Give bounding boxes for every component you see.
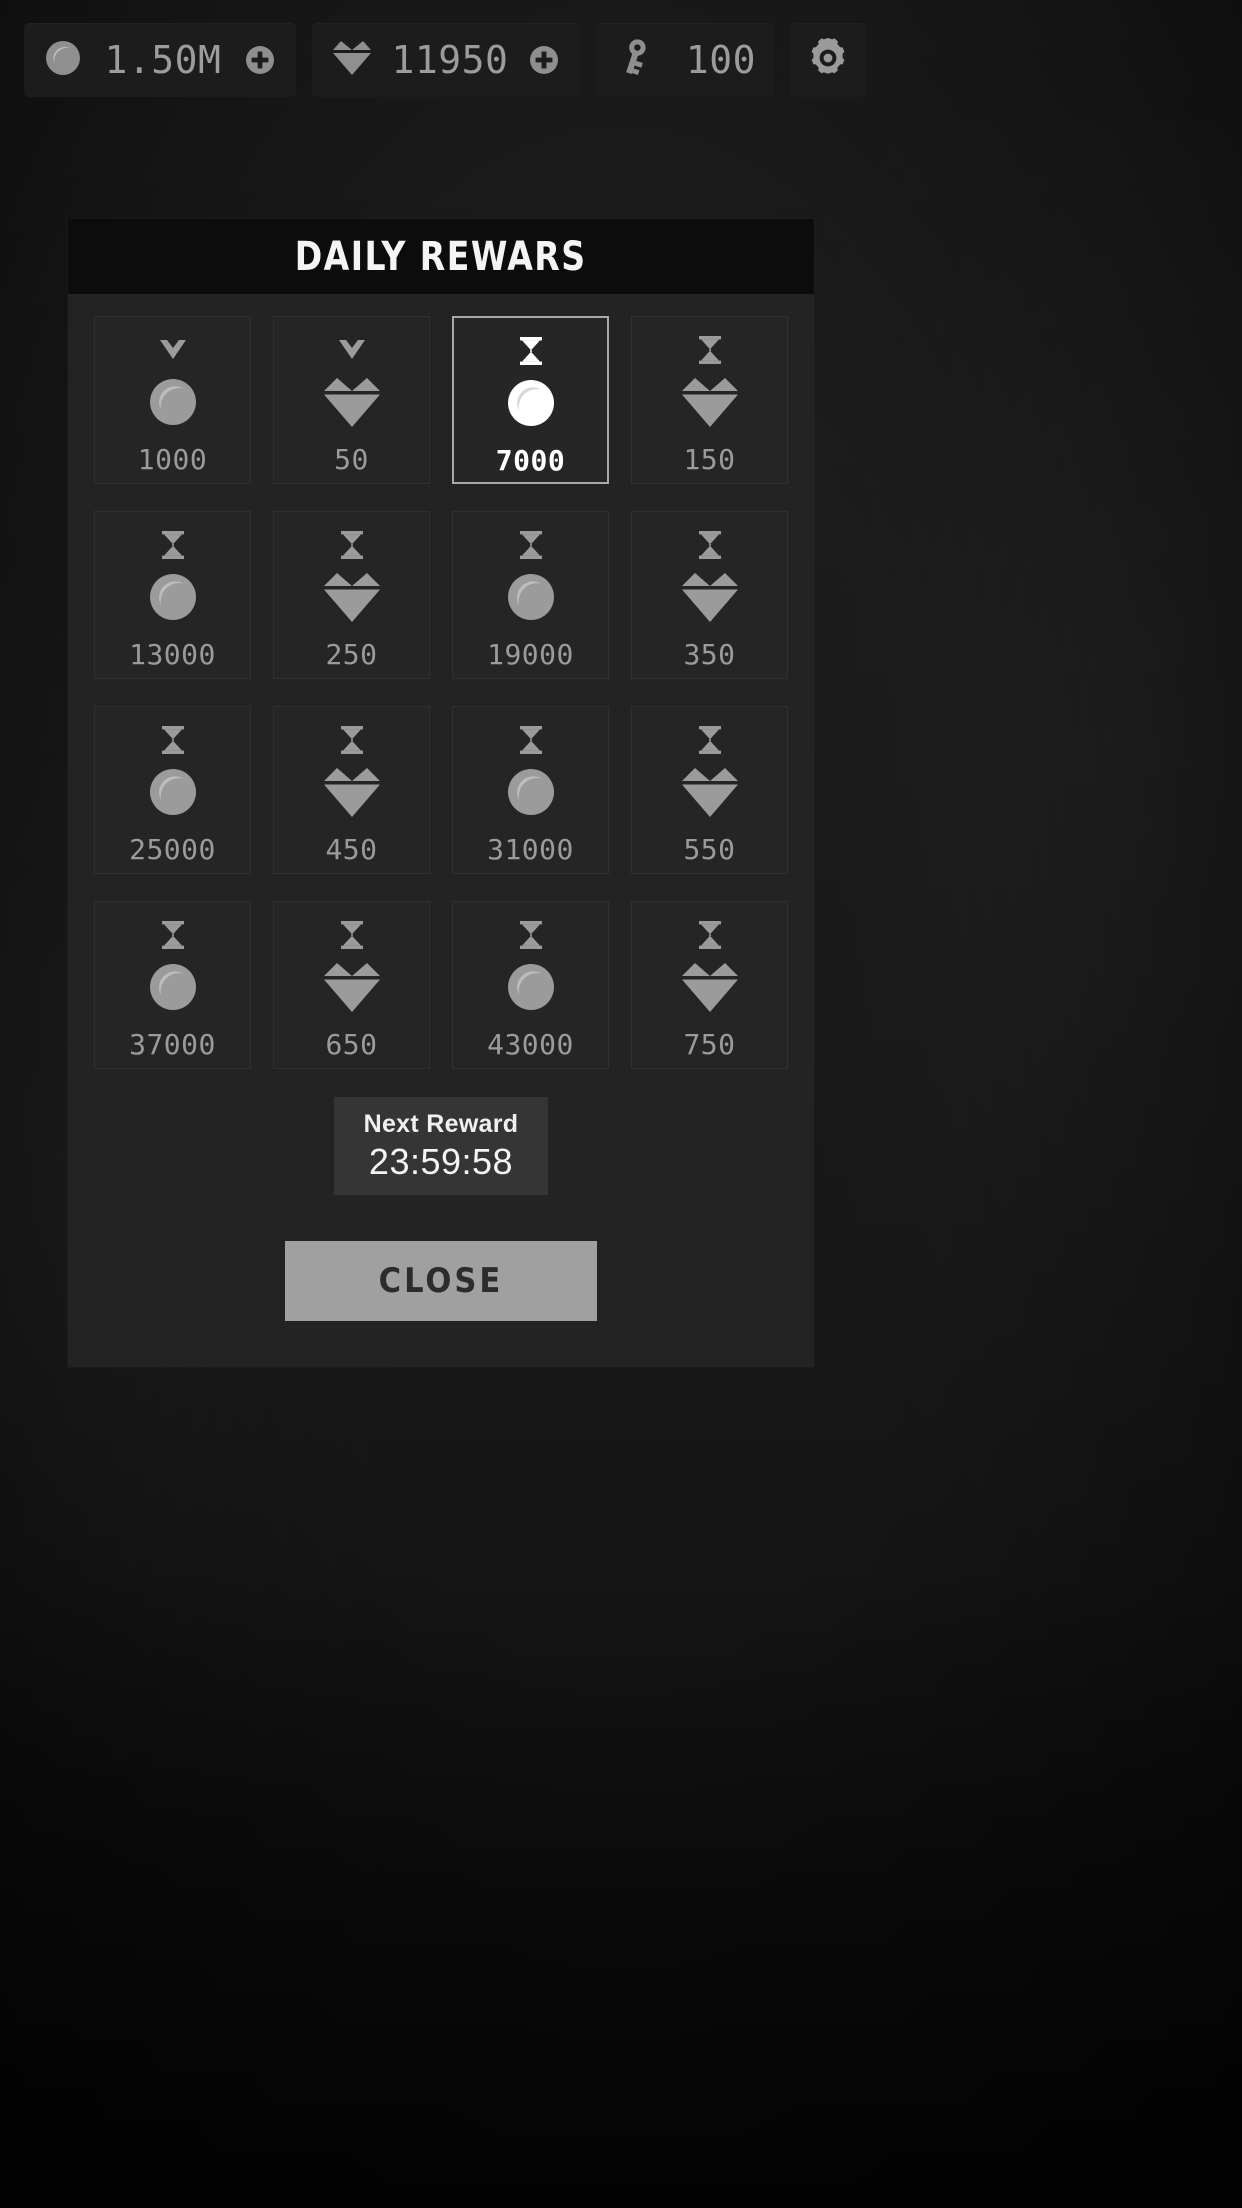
hourglass-icon xyxy=(517,918,545,952)
reward-amount: 750 xyxy=(683,1028,736,1061)
check-icon xyxy=(158,333,188,367)
reward-cell-day-1[interactable]: 1000 xyxy=(94,316,251,484)
gem-icon xyxy=(330,37,374,84)
gem-icon xyxy=(679,956,741,1018)
reward-amount: 7000 xyxy=(495,444,566,477)
reward-cell-day-5[interactable]: 13000 xyxy=(94,511,251,679)
gear-icon xyxy=(805,35,851,86)
next-reward-label: Next Reward xyxy=(363,1109,519,1138)
gem-icon xyxy=(679,566,741,628)
check-icon xyxy=(337,333,367,367)
coin-icon xyxy=(144,566,202,628)
hourglass-icon xyxy=(696,723,724,757)
hourglass-icon xyxy=(159,918,187,952)
reward-amount: 150 xyxy=(683,443,736,476)
gem-icon xyxy=(321,956,383,1018)
gem-amount: 11950 xyxy=(391,38,509,82)
settings-button[interactable] xyxy=(790,23,866,97)
reward-cell-day-16[interactable]: 750 xyxy=(631,901,788,1069)
next-reward-timer: Next Reward 23:59:58 xyxy=(334,1097,548,1195)
gem-icon xyxy=(679,371,741,433)
reward-cell-day-8[interactable]: 350 xyxy=(631,511,788,679)
hourglass-icon xyxy=(696,528,724,562)
gem-icon xyxy=(679,761,741,823)
coin-amount: 1.50M xyxy=(104,38,222,82)
reward-amount: 25000 xyxy=(129,833,216,866)
key-amount: 100 xyxy=(685,38,756,82)
reward-cell-day-9[interactable]: 25000 xyxy=(94,706,251,874)
next-reward-countdown: 23:59:58 xyxy=(368,1140,514,1182)
reward-cell-day-2[interactable]: 50 xyxy=(273,316,430,484)
coin-icon xyxy=(502,372,560,434)
coin-icon xyxy=(42,37,84,84)
gem-icon xyxy=(321,566,383,628)
reward-cell-day-10[interactable]: 450 xyxy=(273,706,430,874)
coin-icon xyxy=(502,956,560,1018)
reward-cell-day-13[interactable]: 37000 xyxy=(94,901,251,1069)
reward-amount: 550 xyxy=(683,833,736,866)
resource-pill-coins[interactable]: 1.50M xyxy=(24,23,296,97)
hourglass-icon xyxy=(338,723,366,757)
plus-circle-icon[interactable] xyxy=(242,42,278,78)
resource-pill-keys[interactable]: 100 xyxy=(596,23,774,97)
reward-cell-day-14[interactable]: 650 xyxy=(273,901,430,1069)
coin-icon xyxy=(144,371,202,433)
reward-amount: 350 xyxy=(683,638,736,671)
reward-cell-day-15[interactable]: 43000 xyxy=(452,901,609,1069)
close-button[interactable]: CLOSE xyxy=(285,1241,597,1321)
reward-amount: 1000 xyxy=(137,443,208,476)
daily-rewards-dialog: DAILY REWARS 1000 50 7000 150 13000 250 19000 3… xyxy=(68,219,814,1367)
coin-icon xyxy=(502,566,560,628)
reward-amount: 250 xyxy=(325,638,378,671)
key-icon xyxy=(614,36,654,85)
gem-icon xyxy=(321,371,383,433)
dialog-header: DAILY REWARS xyxy=(68,219,814,294)
reward-grid: 1000 50 7000 150 13000 250 19000 350 25000 450 310… xyxy=(68,294,814,1069)
hourglass-icon xyxy=(696,333,724,367)
hourglass-icon xyxy=(338,918,366,952)
reward-cell-day-7[interactable]: 19000 xyxy=(452,511,609,679)
gem-icon xyxy=(321,761,383,823)
hourglass-icon xyxy=(517,528,545,562)
reward-amount: 19000 xyxy=(487,638,574,671)
hourglass-icon xyxy=(517,334,545,368)
plus-circle-icon[interactable] xyxy=(526,42,562,78)
reward-cell-day-4[interactable]: 150 xyxy=(631,316,788,484)
reward-cell-day-3[interactable]: 7000 xyxy=(452,316,609,484)
hourglass-icon xyxy=(338,528,366,562)
reward-amount: 50 xyxy=(334,443,369,476)
reward-amount: 450 xyxy=(325,833,378,866)
hourglass-icon xyxy=(159,723,187,757)
reward-cell-day-12[interactable]: 550 xyxy=(631,706,788,874)
reward-amount: 650 xyxy=(325,1028,378,1061)
coin-icon xyxy=(144,956,202,1018)
coin-icon xyxy=(502,761,560,823)
reward-cell-day-11[interactable]: 31000 xyxy=(452,706,609,874)
coin-icon xyxy=(144,761,202,823)
reward-amount: 13000 xyxy=(129,638,216,671)
hourglass-icon xyxy=(517,723,545,757)
dialog-title: DAILY REWARS xyxy=(295,233,587,280)
hourglass-icon xyxy=(696,918,724,952)
reward-cell-day-6[interactable]: 250 xyxy=(273,511,430,679)
hourglass-icon xyxy=(159,528,187,562)
top-resource-bar: 1.50M 11950 100 xyxy=(0,0,1242,120)
reward-amount: 37000 xyxy=(129,1028,216,1061)
reward-amount: 43000 xyxy=(487,1028,574,1061)
reward-amount: 31000 xyxy=(487,833,574,866)
resource-pill-gems[interactable]: 11950 xyxy=(312,23,580,97)
